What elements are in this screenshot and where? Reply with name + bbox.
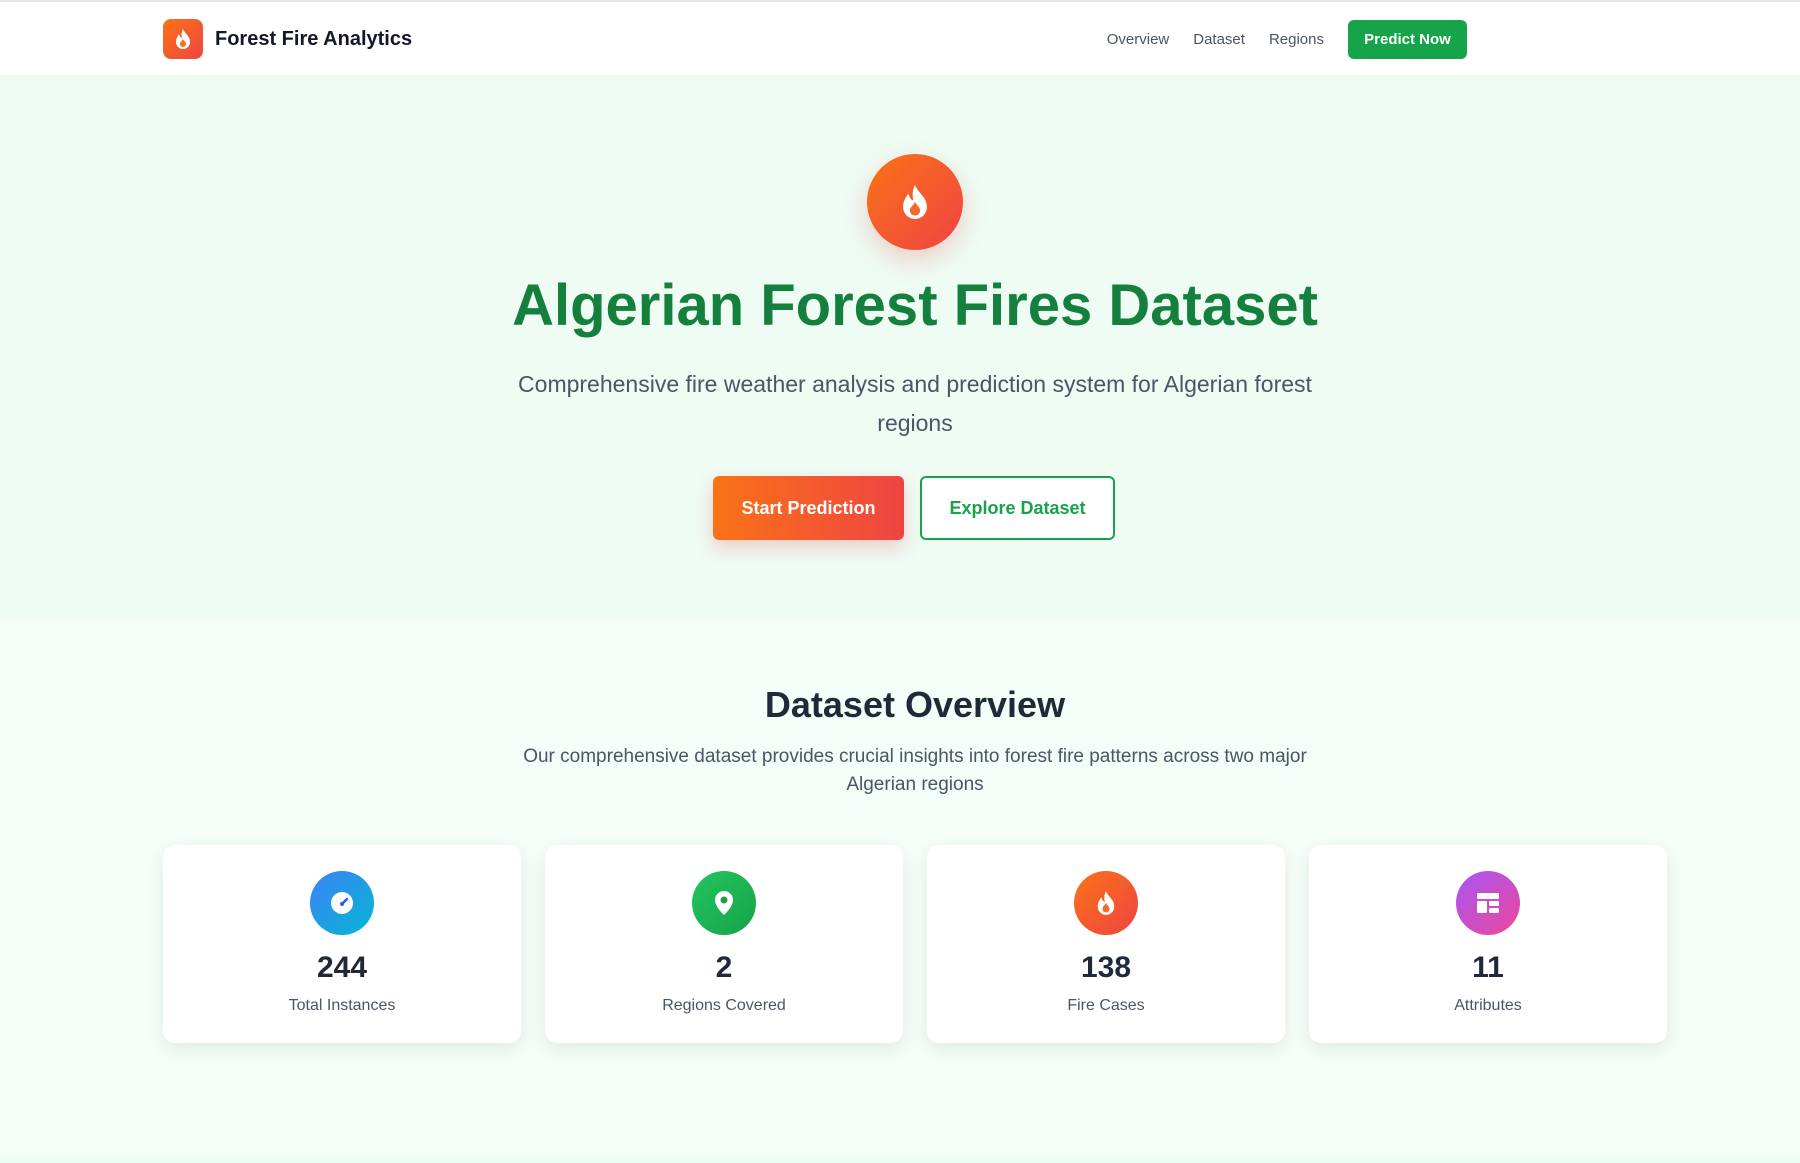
flame-icon bbox=[867, 154, 963, 250]
stat-label: Fire Cases bbox=[1067, 997, 1145, 1014]
stat-value: 11 bbox=[1472, 951, 1504, 984]
overview-title: Dataset Overview bbox=[764, 684, 1066, 725]
overview-subtitle: Our comprehensive dataset provides cruci… bbox=[523, 746, 1307, 795]
hero-title: Algerian Forest Fires Dataset bbox=[512, 273, 1318, 338]
flame-icon bbox=[1074, 871, 1138, 935]
stat-card-regions-covered: 2 Regions Covered bbox=[545, 845, 903, 1043]
explore-dataset-button[interactable]: Explore Dataset bbox=[920, 476, 1115, 540]
stat-card-total-instances: 244 Total Instances bbox=[163, 845, 521, 1043]
nav-link-regions[interactable]: Regions bbox=[1269, 31, 1324, 48]
stat-card-fire-cases: 138 Fire Cases bbox=[927, 845, 1285, 1043]
brand[interactable]: Forest Fire Analytics bbox=[163, 19, 412, 59]
nav-links: Overview Dataset Regions Predict Now bbox=[1107, 20, 1467, 59]
stat-label: Attributes bbox=[1454, 997, 1522, 1014]
stat-card-attributes: 11 Attributes bbox=[1309, 845, 1667, 1043]
stat-value: 138 bbox=[1080, 951, 1132, 984]
table-icon bbox=[1456, 871, 1520, 935]
start-prediction-button[interactable]: Start Prediction bbox=[713, 476, 904, 540]
top-navbar: Forest Fire Analytics Overview Dataset R… bbox=[0, 0, 1800, 75]
stat-label: Total Instances bbox=[288, 997, 396, 1014]
nav-link-dataset[interactable]: Dataset bbox=[1193, 31, 1245, 48]
stat-label: Regions Covered bbox=[662, 997, 786, 1014]
stat-value: 244 bbox=[316, 951, 368, 984]
brand-name: Forest Fire Analytics bbox=[215, 27, 413, 50]
gauge-icon bbox=[310, 871, 374, 935]
hero-section: Algerian Forest Fires Dataset Comprehens… bbox=[0, 75, 1800, 620]
stat-value: 2 bbox=[715, 951, 733, 984]
map-pin-icon bbox=[692, 871, 756, 935]
next-section-edge bbox=[0, 1155, 1800, 1163]
nav-link-overview[interactable]: Overview bbox=[1107, 31, 1170, 48]
predict-now-button[interactable]: Predict Now bbox=[1348, 20, 1467, 59]
stats-grid: 244 Total Instances 2 Regions Covered 13… bbox=[163, 845, 1667, 1043]
flame-icon bbox=[163, 19, 203, 59]
hero-subtitle: Comprehensive fire weather analysis and … bbox=[518, 371, 1312, 436]
